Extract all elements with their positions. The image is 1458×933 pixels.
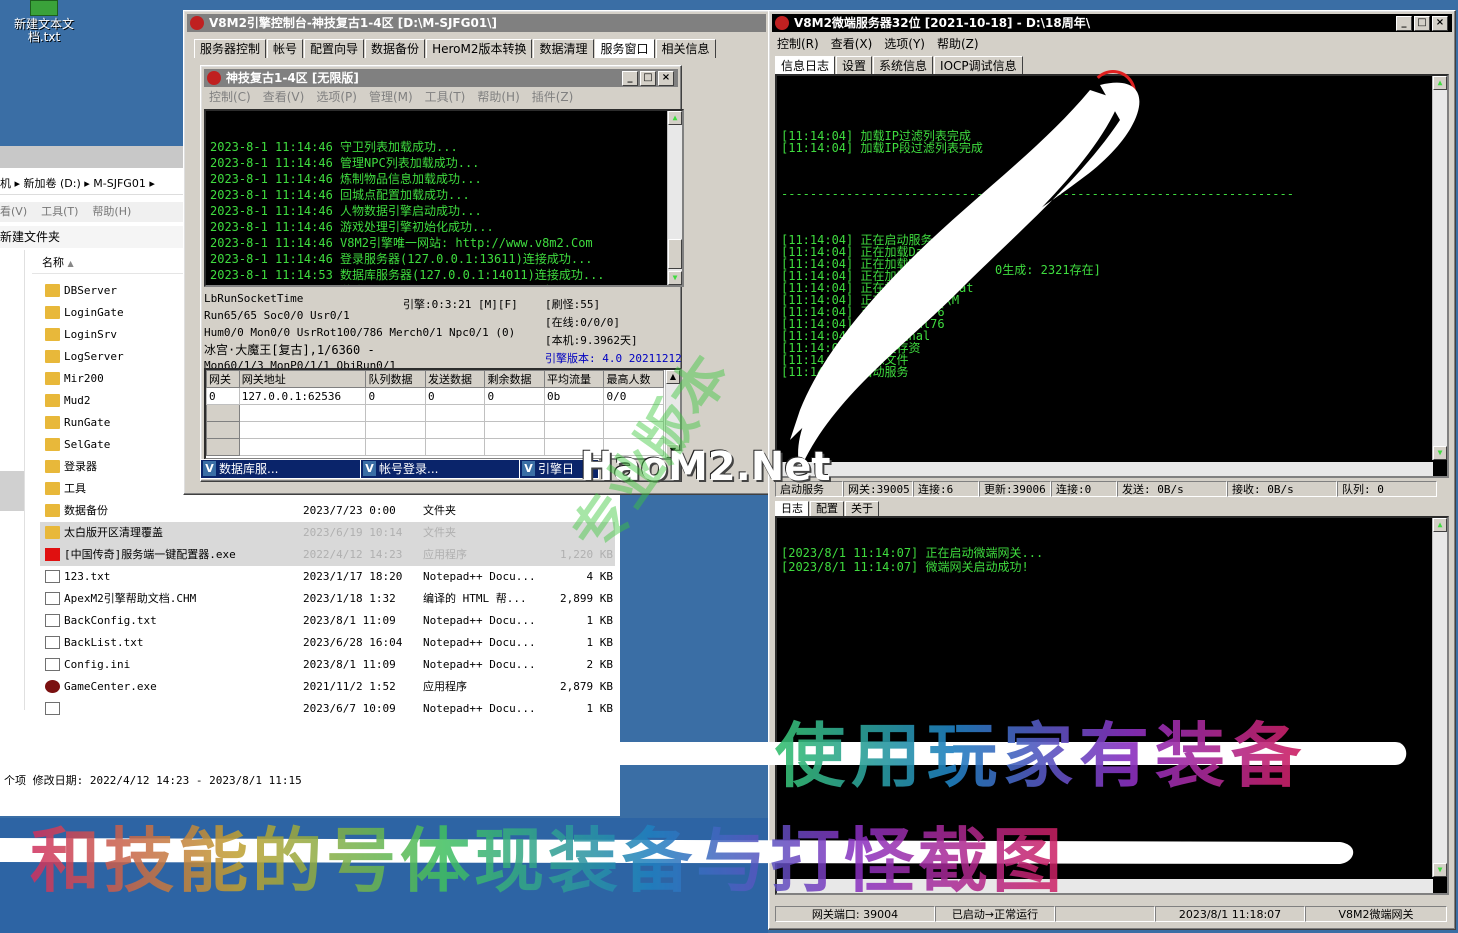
caption-line-1: 使用玩家有装备 <box>775 700 1307 801</box>
caption-line-2: 和技能的号体现装备与打怪截图 <box>30 805 1066 906</box>
